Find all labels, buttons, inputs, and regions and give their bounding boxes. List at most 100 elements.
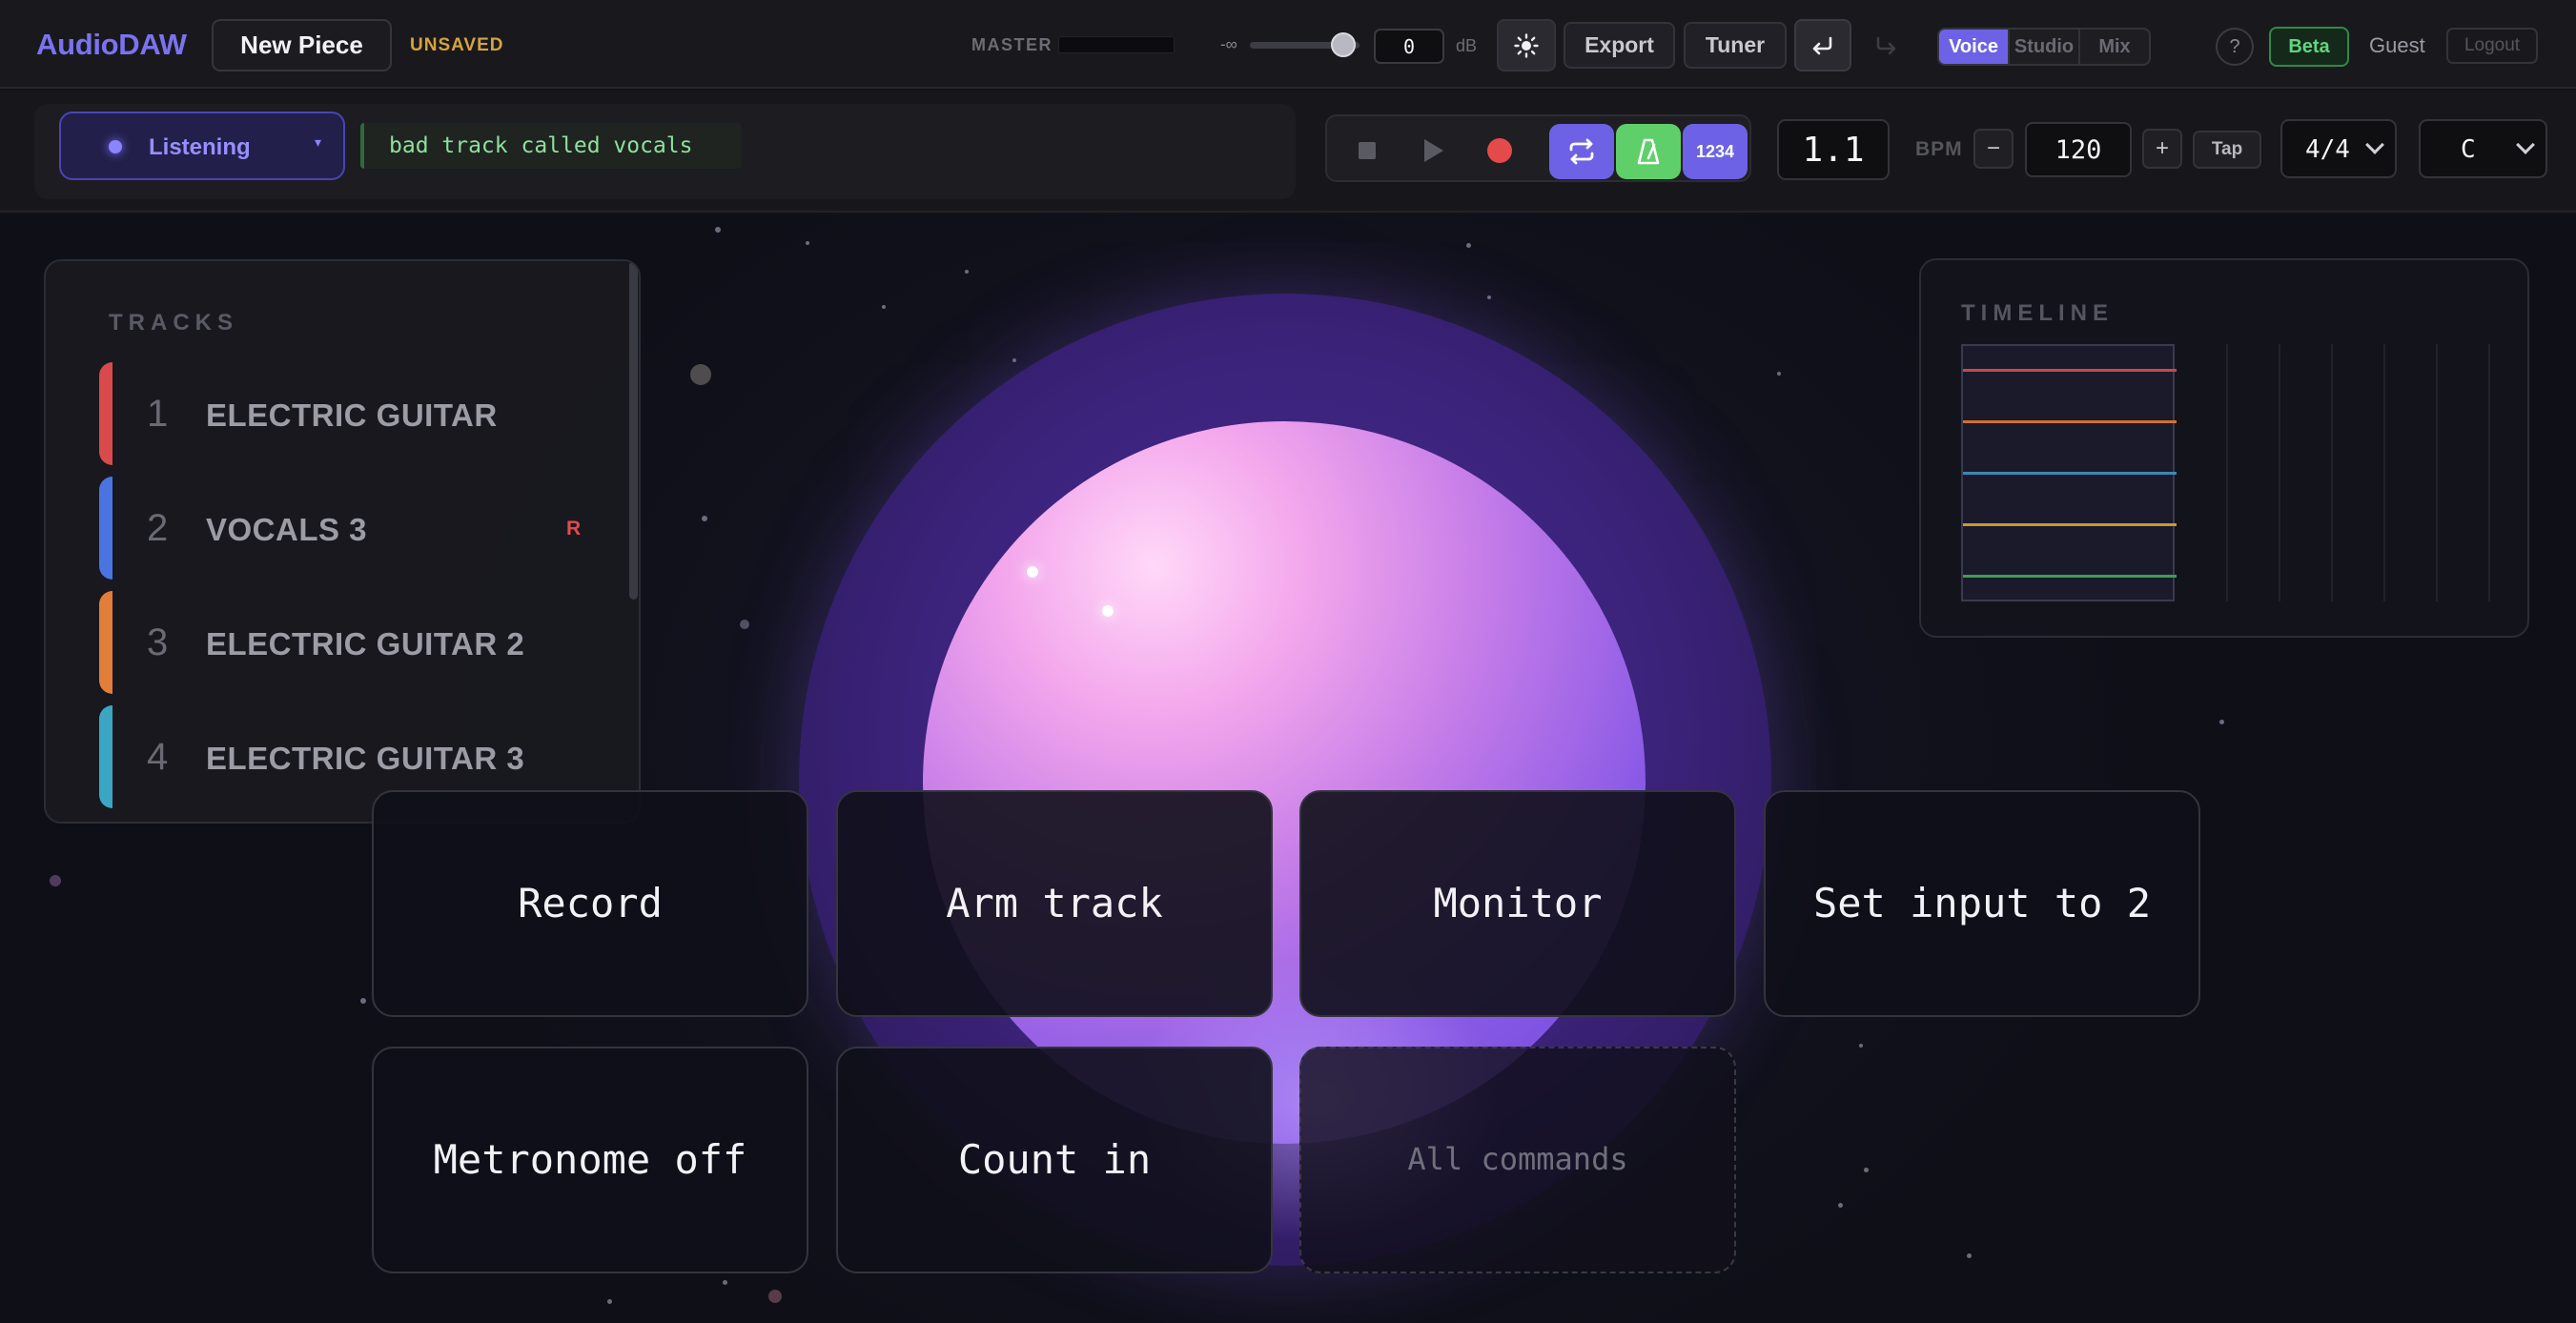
stop-button[interactable] xyxy=(1359,142,1376,159)
star-decoration xyxy=(715,227,721,233)
chevron-down-icon xyxy=(2516,135,2535,154)
star-decoration xyxy=(690,364,711,385)
master-level-meter xyxy=(1058,36,1175,53)
all-commands-card[interactable]: All commands xyxy=(1299,1047,1736,1273)
star-decoration xyxy=(1466,243,1471,248)
timeline-lane xyxy=(1963,523,2177,526)
arm-track-command-card[interactable]: Arm track xyxy=(836,790,1273,1017)
track-color-bar xyxy=(99,477,112,580)
star-decoration xyxy=(1859,1044,1863,1048)
metronome-off-command-card[interactable]: Metronome off xyxy=(372,1047,808,1273)
star-decoration xyxy=(702,516,707,521)
mode-switcher: Voice Studio Mix xyxy=(1937,28,2151,66)
timeline-title: TIMELINE xyxy=(1961,300,2114,326)
gain-min-label: -∞ xyxy=(1220,35,1237,53)
time-signature-value: 4/4 xyxy=(2305,135,2350,164)
timeline-grid-line xyxy=(2488,344,2490,601)
control-bar: Listening ▾ bad track called vocals 1234… xyxy=(0,91,2576,213)
bpm-label: BPM xyxy=(1915,138,1963,160)
theme-toggle-button[interactable] xyxy=(1497,19,1556,71)
gain-value-input[interactable]: 0 xyxy=(1374,29,1444,64)
track-number: 2 xyxy=(147,507,169,549)
timeline-grid-line xyxy=(2383,344,2385,601)
key-select[interactable]: C xyxy=(2419,119,2547,178)
record-command-card[interactable]: Record xyxy=(372,790,808,1017)
star-decoration xyxy=(740,620,749,629)
mode-tab-studio[interactable]: Studio xyxy=(2010,30,2080,64)
bpm-input[interactable]: 120 xyxy=(2025,122,2132,177)
star-decoration xyxy=(360,998,366,1004)
track-name: ELECTRIC GUITAR 2 xyxy=(206,626,525,662)
track-number: 3 xyxy=(147,621,169,663)
sparkle-decoration xyxy=(1102,605,1114,617)
timeline-grid-line xyxy=(2331,344,2333,601)
set-input-command-card[interactable]: Set input to 2 xyxy=(1764,790,2200,1017)
caret-down-icon: ▾ xyxy=(315,134,322,150)
timeline-grid-line xyxy=(2436,344,2438,601)
sun-icon xyxy=(1514,32,1539,58)
undo-button[interactable] xyxy=(1794,19,1851,71)
tap-tempo-button[interactable]: Tap xyxy=(2193,131,2261,169)
track-color-bar xyxy=(99,591,112,694)
key-value: C xyxy=(2461,135,2476,164)
voice-panel: Listening ▾ bad track called vocals xyxy=(34,104,1296,199)
bpm-decrease-button[interactable]: − xyxy=(1973,129,2014,169)
app-logo[interactable]: AudioDAW xyxy=(36,28,187,62)
bpm-increase-button[interactable]: + xyxy=(2142,129,2182,169)
help-button[interactable]: ? xyxy=(2216,28,2254,66)
track-row[interactable]: 2 VOCALS 3 R xyxy=(99,477,604,580)
monitor-command-card[interactable]: Monitor xyxy=(1299,790,1736,1017)
star-decoration xyxy=(965,270,969,274)
tracks-panel: TRACKS 1 ELECTRIC GUITAR 2 VOCALS 3 R 3 … xyxy=(44,259,641,824)
star-decoration xyxy=(768,1290,782,1303)
mode-tab-mix[interactable]: Mix xyxy=(2080,30,2149,64)
star-decoration xyxy=(2219,720,2224,724)
timeline-lane xyxy=(1963,369,2177,372)
star-decoration xyxy=(1838,1203,1843,1208)
redo-button[interactable] xyxy=(1861,19,1911,71)
track-row[interactable]: 3 ELECTRIC GUITAR 2 xyxy=(99,591,604,694)
timeline-lane xyxy=(1963,420,2177,423)
listening-label: Listening xyxy=(149,134,251,160)
timeline-viewport[interactable] xyxy=(1961,344,2177,601)
export-button[interactable]: Export xyxy=(1564,22,1675,69)
play-button[interactable] xyxy=(1424,139,1443,162)
star-decoration xyxy=(882,305,886,309)
beta-button[interactable]: Beta xyxy=(2269,27,2349,67)
logout-button[interactable]: Logout xyxy=(2446,28,2538,64)
star-decoration xyxy=(806,241,809,245)
track-color-bar xyxy=(99,705,112,808)
count-in-command-card[interactable]: Count in xyxy=(836,1047,1273,1273)
timeline-grid-line xyxy=(2279,344,2280,601)
metronome-toggle[interactable] xyxy=(1616,124,1681,179)
track-row[interactable]: 1 ELECTRIC GUITAR xyxy=(99,362,604,465)
chevron-down-icon xyxy=(2365,135,2384,154)
tuner-button[interactable]: Tuner xyxy=(1684,22,1787,69)
top-bar: AudioDAW New Piece UNSAVED MASTER -∞ 0 d… xyxy=(0,0,2576,89)
listening-dropdown[interactable]: Listening ▾ xyxy=(59,112,345,180)
track-number: 1 xyxy=(147,393,169,435)
timeline-grid-line xyxy=(2226,344,2228,601)
count-in-toggle[interactable]: 1234 xyxy=(1683,124,1748,179)
loop-toggle[interactable] xyxy=(1549,124,1614,179)
transport-controls: 1234 xyxy=(1325,114,1751,182)
star-decoration xyxy=(1487,295,1491,299)
voice-transcript: bad track called vocals xyxy=(360,123,742,169)
piece-name-field[interactable]: New Piece xyxy=(212,19,392,71)
record-armed-badge: R xyxy=(566,518,582,539)
save-status-badge: UNSAVED xyxy=(410,35,504,55)
record-button[interactable] xyxy=(1487,138,1512,163)
time-signature-select[interactable]: 4/4 xyxy=(2280,119,2397,178)
mode-tab-voice[interactable]: Voice xyxy=(1939,30,2010,64)
star-decoration xyxy=(723,1280,727,1285)
listening-indicator-icon xyxy=(109,140,122,153)
sparkle-decoration xyxy=(1027,566,1038,578)
timeline-lane xyxy=(1963,472,2177,475)
track-number: 4 xyxy=(147,736,169,778)
track-name: ELECTRIC GUITAR 3 xyxy=(206,741,525,776)
master-gain-slider-thumb[interactable] xyxy=(1331,32,1356,57)
tracks-scrollbar[interactable] xyxy=(629,261,638,600)
undo-icon xyxy=(1812,36,1832,54)
tracks-title: TRACKS xyxy=(109,310,238,336)
master-label: MASTER xyxy=(971,35,1053,54)
